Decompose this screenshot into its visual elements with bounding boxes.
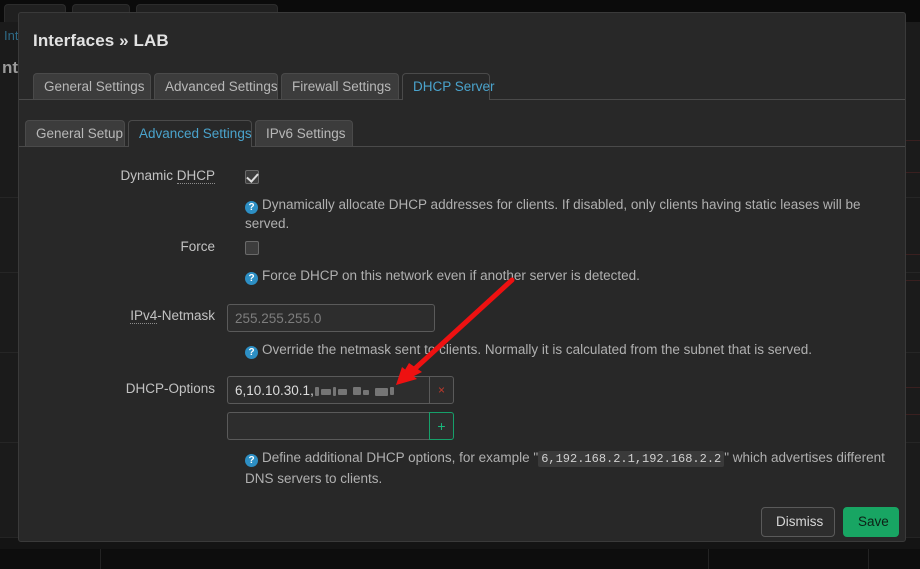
primary-tab-bar: General Settings Advanced Settings Firew… xyxy=(19,65,906,100)
dhcp-option-row-new: + xyxy=(227,412,454,440)
hint-force: ? Force DHCP on this network even if anot… xyxy=(245,266,895,285)
subtab-advanced-settings[interactable]: Advanced Settings xyxy=(128,120,252,146)
modal-title: Interfaces » LAB xyxy=(33,31,169,51)
checkbox-dynamic-dhcp[interactable] xyxy=(245,170,259,184)
hint-ipv4-netmask: ? Override the netmask sent to clients. N… xyxy=(245,340,895,359)
bg-heading-fragment: nt xyxy=(2,58,18,78)
add-dhcp-option-button[interactable]: + xyxy=(429,412,454,440)
tab-advanced-settings[interactable]: Advanced Settings xyxy=(154,73,278,99)
help-icon[interactable]: ? xyxy=(245,454,258,467)
secondary-tab-bar: General Setup Advanced Settings IPv6 Set… xyxy=(19,112,906,147)
tab-general-settings[interactable]: General Settings xyxy=(33,73,151,99)
interface-settings-modal: Interfaces » LAB General Settings Advanc… xyxy=(18,12,906,542)
modal-title-main: Interfaces xyxy=(33,31,114,50)
hint-force-text: Force DHCP on this network even if anoth… xyxy=(262,268,640,283)
hint-ipv4-netmask-text: Override the netmask sent to clients. No… xyxy=(262,342,812,357)
modal-title-separator: » xyxy=(119,31,129,50)
label-dhcp-options: DHCP-Options xyxy=(19,381,215,396)
hint-dynamic-dhcp-text: Dynamically allocate DHCP addresses for … xyxy=(245,197,861,231)
help-icon[interactable]: ? xyxy=(245,346,258,359)
tab-firewall-settings[interactable]: Firewall Settings xyxy=(281,73,399,99)
label-dynamic-dhcp: Dynamic DHCP xyxy=(19,168,215,183)
modal-title-sub: LAB xyxy=(134,31,169,50)
subtab-general-setup[interactable]: General Setup xyxy=(25,120,125,146)
label-ipv4-abbr: IPv4 xyxy=(130,308,157,324)
hint-dhcp-options-before: Define additional DHCP options, for exam… xyxy=(262,450,538,465)
label-dynamic-dhcp-abbr: DHCP xyxy=(177,168,215,184)
tab-dhcp-server[interactable]: DHCP Server xyxy=(402,73,490,99)
hint-dhcp-options-example: 6,192.168.2.1,192.168.2.2 xyxy=(538,451,724,467)
help-icon[interactable]: ? xyxy=(245,272,258,285)
label-ipv4-netmask: IPv4-Netmask xyxy=(19,308,215,323)
bg-breadcrumb-fragment[interactable]: Int xyxy=(4,28,18,43)
dhcp-options-value: 6,10.10.30.1, xyxy=(235,383,314,398)
checkbox-force[interactable] xyxy=(245,241,259,255)
label-dynamic-dhcp-prefix: Dynamic xyxy=(120,168,176,183)
dhcp-options-input[interactable]: 6,10.10.30.1, xyxy=(227,376,429,404)
help-icon[interactable]: ? xyxy=(245,201,258,214)
form-row-dhcp-options: DHCP-Options 6,10.10.30.1, × + ? Define a… xyxy=(19,368,906,488)
label-netmask-suffix: -Netmask xyxy=(157,308,215,323)
form-row-force: Force ? Force DHCP on this network even i… xyxy=(19,231,906,289)
dhcp-options-new-input[interactable] xyxy=(227,412,429,440)
hint-dynamic-dhcp: ?Dynamically allocate DHCP addresses for… xyxy=(245,195,895,233)
hint-dhcp-options: ? Define additional DHCP options, for exa… xyxy=(245,448,903,488)
form-row-ipv4-netmask: IPv4-Netmask ? Override the netmask sent … xyxy=(19,296,906,358)
dismiss-button[interactable]: Dismiss xyxy=(761,507,835,537)
subtab-ipv6-settings[interactable]: IPv6 Settings xyxy=(255,120,353,146)
save-button[interactable]: Save xyxy=(843,507,899,537)
redacted-value-mask xyxy=(315,386,403,397)
dhcp-option-row-existing: 6,10.10.30.1, × xyxy=(227,376,454,404)
remove-dhcp-option-button[interactable]: × xyxy=(429,376,454,404)
ipv4-netmask-input[interactable] xyxy=(227,304,435,332)
label-force: Force xyxy=(19,239,215,254)
form-row-dynamic-dhcp: Dynamic DHCP ?Dynamically allocate DHCP … xyxy=(19,160,906,218)
